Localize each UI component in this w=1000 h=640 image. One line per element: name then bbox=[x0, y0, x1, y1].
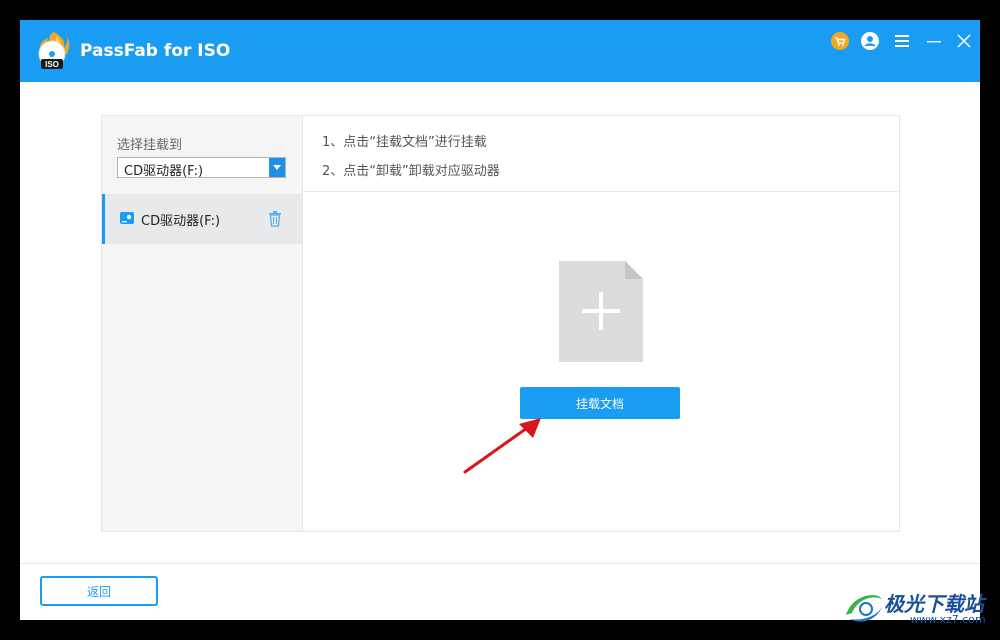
sidebar-item-label: CD驱动器(F:) bbox=[141, 214, 221, 229]
close-icon[interactable] bbox=[952, 30, 976, 52]
app-logo-icon: ISO bbox=[38, 32, 70, 69]
title-bar: ISO PassFab for ISO bbox=[20, 20, 980, 82]
instruction-step-1: 1、点击“挂载文档”进行挂载 bbox=[322, 135, 487, 150]
mount-area: 挂载文档 bbox=[303, 192, 899, 531]
disc-drive-icon bbox=[120, 212, 134, 224]
minimize-icon[interactable] bbox=[922, 30, 946, 52]
drive-select[interactable]: CD驱动器(F:) bbox=[117, 157, 286, 179]
sidebar: 选择挂载到 CD驱动器(F:) CD驱动器(F:) bbox=[102, 116, 303, 531]
menu-icon[interactable] bbox=[890, 30, 914, 52]
chevron-down-icon[interactable] bbox=[269, 158, 285, 177]
sidebar-item-drive[interactable]: CD驱动器(F:) bbox=[102, 194, 302, 244]
app-window: ISO PassFab for ISO 选择挂载到 CD驱动器(F:) CD驱动… bbox=[20, 20, 980, 620]
add-file-icon[interactable] bbox=[559, 261, 643, 362]
cart-icon[interactable] bbox=[828, 30, 852, 52]
drive-select-value: CD驱动器(F:) bbox=[124, 164, 204, 179]
select-label: 选择挂载到 bbox=[117, 138, 183, 153]
watermark-url: www.xz7.com bbox=[910, 613, 986, 626]
back-button[interactable]: 返回 bbox=[40, 576, 158, 606]
user-icon[interactable] bbox=[858, 30, 882, 52]
svg-text:ISO: ISO bbox=[45, 60, 59, 69]
instruction-step-2: 2、点击“卸载”卸载对应驱动器 bbox=[322, 164, 500, 179]
instructions: 1、点击“挂载文档”进行挂载 2、点击“卸载”卸载对应驱动器 bbox=[303, 116, 899, 192]
watermark-logo-icon bbox=[846, 595, 882, 622]
trash-icon[interactable] bbox=[268, 211, 282, 227]
footer-divider bbox=[20, 563, 980, 564]
mount-panel: 选择挂载到 CD驱动器(F:) CD驱动器(F:) 1、点击“挂载文档”进行挂载… bbox=[101, 115, 900, 532]
watermark: 极光下载站 www.xz7.com bbox=[838, 583, 998, 635]
app-title: PassFab for ISO bbox=[80, 41, 231, 61]
mount-document-button[interactable]: 挂载文档 bbox=[520, 387, 680, 419]
annotation-arrow-icon bbox=[463, 418, 541, 474]
